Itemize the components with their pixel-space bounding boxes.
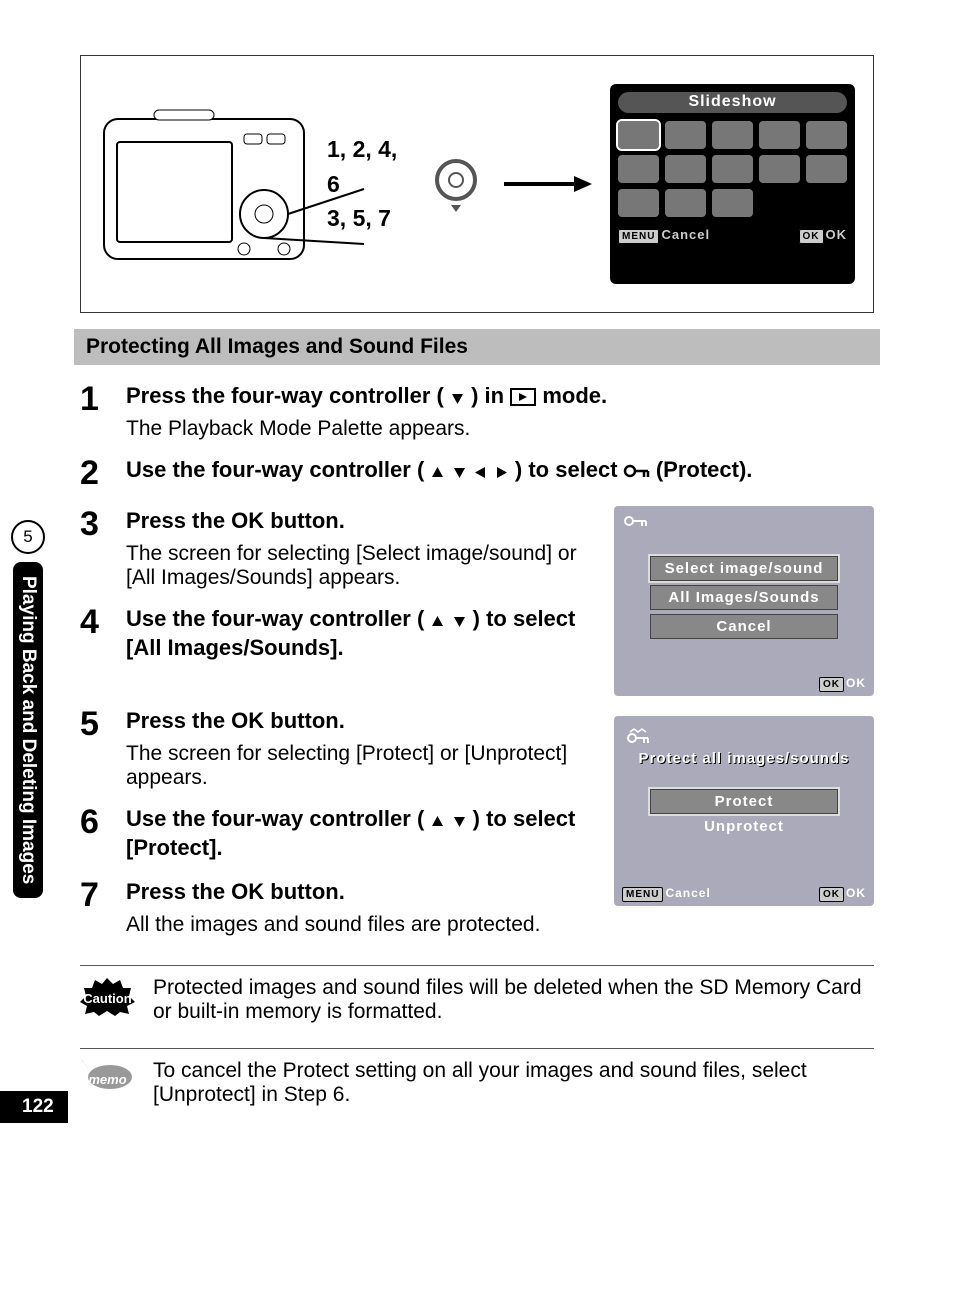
up-arrow-icon: [430, 614, 445, 629]
palette-icon: [712, 189, 753, 217]
chapter-label: Playing Back and Deleting Images: [13, 562, 43, 898]
step-number: 2: [80, 455, 102, 492]
caution-note: Caution Protected images and sound files…: [80, 965, 874, 1034]
lcd-cancel: MENUCancel: [618, 227, 710, 242]
caution-text: Protected images and sound files will be…: [153, 976, 874, 1024]
menu-badge: MENU: [618, 229, 659, 244]
caution-icon: Caution: [80, 976, 135, 1034]
option-unprotect: Unprotect: [620, 818, 868, 835]
step-title: Press the OK button.: [126, 877, 540, 907]
step-number: 5: [80, 706, 102, 743]
step-number: 7: [80, 877, 102, 914]
playback-mode-icon: [510, 388, 536, 406]
leader-label-2: 3, 5, 7: [327, 201, 411, 236]
palette-icon: [665, 121, 706, 149]
step-body: The screen for selecting [Protect] or [U…: [126, 742, 602, 790]
lcd-ok: OKOK: [819, 676, 866, 690]
memo-note: memo To cancel the Protect setting on al…: [80, 1048, 874, 1111]
palette-icon: [618, 155, 659, 183]
palette-icon: [712, 121, 753, 149]
chapter-number-badge: 5: [11, 520, 45, 554]
left-arrow-icon: [473, 465, 488, 480]
palette-grid: [618, 121, 847, 217]
ok-badge: OK: [819, 887, 844, 902]
top-illustration-box: 1, 2, 4, 6 3, 5, 7 Slideshow: [80, 55, 874, 313]
down-arrow-icon: [450, 391, 465, 406]
step-number: 1: [80, 381, 102, 418]
up-arrow-icon: [430, 465, 445, 480]
memo-text: To cancel the Protect setting on all you…: [153, 1059, 874, 1107]
palette-icon: [806, 121, 847, 149]
step-number: 4: [80, 604, 102, 641]
page-number: 122: [0, 1091, 68, 1123]
down-arrow-icon: [452, 814, 467, 829]
lcd-slideshow-screen: Slideshow MENUCancel OKOK: [610, 84, 855, 284]
protect-key-icon: [624, 514, 648, 529]
palette-icon: [618, 121, 659, 149]
section-heading: Protecting All Images and Sound Files: [74, 329, 880, 365]
lcd-protect-screen: Protect all images/sounds Protect Unprot…: [614, 716, 874, 906]
up-arrow-icon: [430, 814, 445, 829]
step-body: The screen for selecting [Select image/s…: [126, 542, 602, 590]
palette-icon: [665, 155, 706, 183]
step-title: Use the four-way controller ( ) to selec…: [126, 455, 752, 485]
dpad-icon: [429, 157, 484, 212]
step-body: All the images and sound files are prote…: [126, 913, 540, 937]
step-3: 3 Press the OK button. The screen for se…: [80, 506, 602, 590]
step-1: 1 Press the four-way controller ( ) in m…: [80, 381, 874, 441]
option-all-images-sounds: All Images/Sounds: [650, 585, 838, 610]
step-6: 6 Use the four-way controller ( ) to sel…: [80, 804, 602, 863]
lcd-header-text: Protect all images/sounds: [620, 750, 868, 767]
protect-key-icon: [624, 463, 650, 480]
lcd-title: Slideshow: [618, 92, 847, 113]
menu-badge: MENU: [622, 887, 663, 902]
palette-icon: [759, 121, 800, 149]
palette-icon: [618, 189, 659, 217]
palette-icon: [759, 155, 800, 183]
palette-icon: [665, 189, 706, 217]
step-7: 7 Press the OK button. All the images an…: [80, 877, 602, 937]
right-arrow-icon: [494, 465, 509, 480]
protect-all-icon: [624, 724, 650, 746]
leader-label-1: 1, 2, 4, 6: [327, 132, 411, 201]
lcd-ok: OKOK: [819, 886, 866, 900]
step-title: Press the OK button.: [126, 506, 602, 536]
step-title: Use the four-way controller ( ) to selec…: [126, 804, 602, 863]
palette-icon: [806, 155, 847, 183]
arrow-right-icon: [502, 174, 592, 194]
lcd-ok: OKOK: [799, 227, 848, 242]
step-number: 3: [80, 506, 102, 543]
step-4: 4 Use the four-way controller ( ) to sel…: [80, 604, 602, 663]
step-title: Press the OK button.: [126, 706, 602, 736]
ok-badge: OK: [819, 677, 844, 692]
step-2: 2 Use the four-way controller ( ) to sel…: [80, 455, 874, 492]
chapter-side-tab: 5 Playing Back and Deleting Images: [8, 520, 48, 1010]
camera-back-illustration: [99, 104, 309, 264]
lcd-cancel: MENUCancel: [622, 886, 711, 900]
lcd-select-screen: Select image/sound All Images/Sounds Can…: [614, 506, 874, 696]
step-title: Press the four-way controller ( ) in mod…: [126, 381, 607, 411]
memo-icon: memo: [80, 1059, 135, 1111]
step-body: The Playback Mode Palette appears.: [126, 417, 607, 441]
option-cancel: Cancel: [650, 614, 838, 639]
step-title: Use the four-way controller ( ) to selec…: [126, 604, 602, 663]
down-arrow-icon: [452, 614, 467, 629]
ok-badge: OK: [799, 229, 824, 244]
step-leader-labels: 1, 2, 4, 6 3, 5, 7: [327, 132, 411, 236]
option-select-image-sound: Select image/sound: [650, 556, 838, 581]
option-protect: Protect: [650, 789, 838, 814]
down-arrow-icon: [452, 465, 467, 480]
palette-icon: [712, 155, 753, 183]
step-number: 6: [80, 804, 102, 841]
step-5: 5 Press the OK button. The screen for se…: [80, 706, 602, 790]
